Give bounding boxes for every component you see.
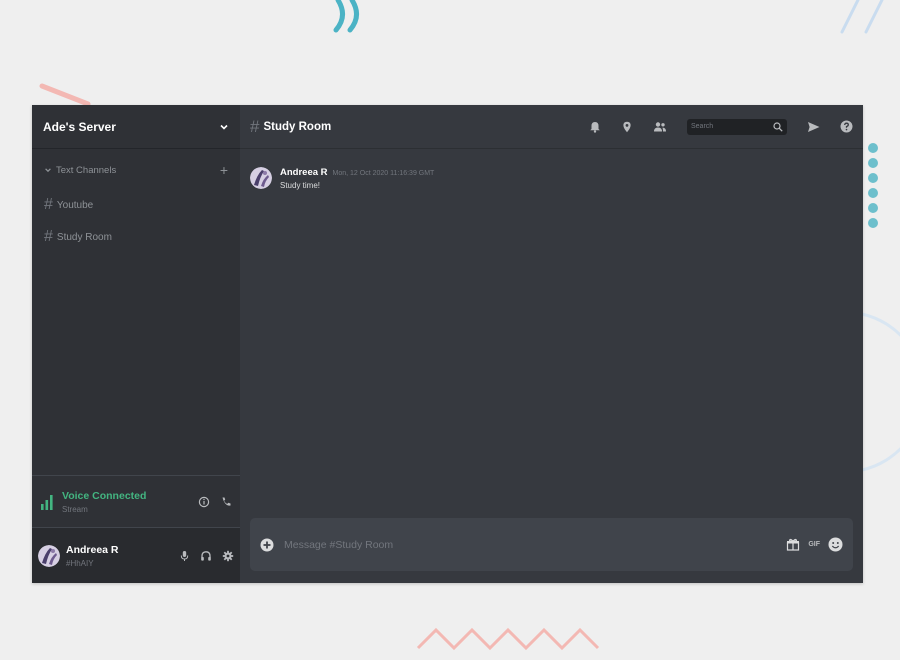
voice-icons xyxy=(198,496,232,508)
voice-connected-panel: Voice Connected Stream xyxy=(32,475,240,528)
chat-main: # Study Room Search Andreea R Mon, 12 Oc… xyxy=(240,105,863,583)
headphones-icon[interactable] xyxy=(200,550,212,562)
channel-sidebar: Ade's Server Text Channels + # Youtube #… xyxy=(32,105,240,583)
user-avatar[interactable] xyxy=(38,544,60,567)
server-header[interactable]: Ade's Server xyxy=(32,105,240,149)
message-header: Andreea R Mon, 12 Oct 2020 11:16:39 GMT xyxy=(280,167,434,178)
message-body: Andreea R Mon, 12 Oct 2020 11:16:39 GMT … xyxy=(280,167,434,190)
search-input[interactable]: Search xyxy=(687,118,787,135)
message-composer: GIF xyxy=(250,518,853,571)
add-attachment-icon[interactable] xyxy=(260,538,274,552)
send-icon[interactable] xyxy=(807,121,820,133)
decor-dots-right xyxy=(868,143,878,228)
pin-icon[interactable] xyxy=(621,121,633,133)
chevron-down-icon[interactable] xyxy=(219,122,229,132)
message-text: Study time! xyxy=(280,181,321,190)
app-window: Ade's Server Text Channels + # Youtube #… xyxy=(32,105,863,583)
channel-label: Study Room xyxy=(56,231,112,243)
hash-icon: # xyxy=(250,116,260,136)
gif-button[interactable]: GIF xyxy=(808,541,820,548)
gear-icon[interactable] xyxy=(222,550,234,562)
message-input[interactable] xyxy=(282,537,787,552)
decor-arc-right xyxy=(861,312,900,472)
voice-status: Voice Connected xyxy=(62,489,147,502)
gift-icon[interactable] xyxy=(786,538,800,551)
channel-label: Youtube xyxy=(56,199,94,211)
decor-stroke-left xyxy=(39,83,91,106)
channel-youtube[interactable]: # Youtube xyxy=(44,196,93,214)
info-icon[interactable] xyxy=(198,496,210,508)
signal-bars-icon xyxy=(41,494,53,510)
user-name: Andreea R xyxy=(66,543,119,556)
category-text-channels[interactable]: Text Channels + xyxy=(44,163,228,177)
message-author[interactable]: Andreea R xyxy=(280,167,328,178)
hash-icon: # xyxy=(44,196,53,213)
voice-sub: Stream xyxy=(62,504,88,514)
search-icon xyxy=(773,121,783,132)
header-toolbar: Search xyxy=(589,118,853,135)
help-icon[interactable] xyxy=(840,120,853,133)
voice-text: Voice Connected Stream xyxy=(62,490,198,514)
decor-squiggle-top xyxy=(333,0,359,33)
chevron-down-icon xyxy=(45,168,51,173)
message-timestamp: Mon, 12 Oct 2020 11:16:39 GMT xyxy=(332,170,435,177)
bell-icon[interactable] xyxy=(589,121,601,133)
channel-title: Study Room xyxy=(263,120,332,133)
message-item: Andreea R Mon, 12 Oct 2020 11:16:39 GMT … xyxy=(250,167,434,190)
decor-lines-topright xyxy=(840,0,884,34)
members-icon[interactable] xyxy=(653,121,667,133)
user-controls xyxy=(179,550,234,562)
microphone-icon[interactable] xyxy=(179,550,190,562)
message-avatar[interactable] xyxy=(250,167,272,189)
server-name: Ade's Server xyxy=(43,119,116,134)
search-placeholder: Search xyxy=(691,123,714,130)
decor-zigzag-bottom xyxy=(416,627,600,651)
user-panel: Andreea R #HhAIY xyxy=(32,528,240,583)
channel-study-room[interactable]: # Study Room xyxy=(44,228,112,246)
composer-icons: GIF xyxy=(786,537,843,552)
hash-icon: # xyxy=(44,228,53,245)
disconnect-phone-icon[interactable] xyxy=(220,496,232,508)
category-label: Text Channels xyxy=(56,164,117,176)
user-text: Andreea R #HhAIY xyxy=(66,544,179,568)
category-label-group: Text Channels xyxy=(44,165,116,176)
emoji-icon[interactable] xyxy=(828,537,843,552)
add-channel-icon[interactable]: + xyxy=(220,163,228,177)
channel-header: # Study Room Search xyxy=(240,105,863,149)
user-tag: #HhAIY xyxy=(66,558,94,568)
